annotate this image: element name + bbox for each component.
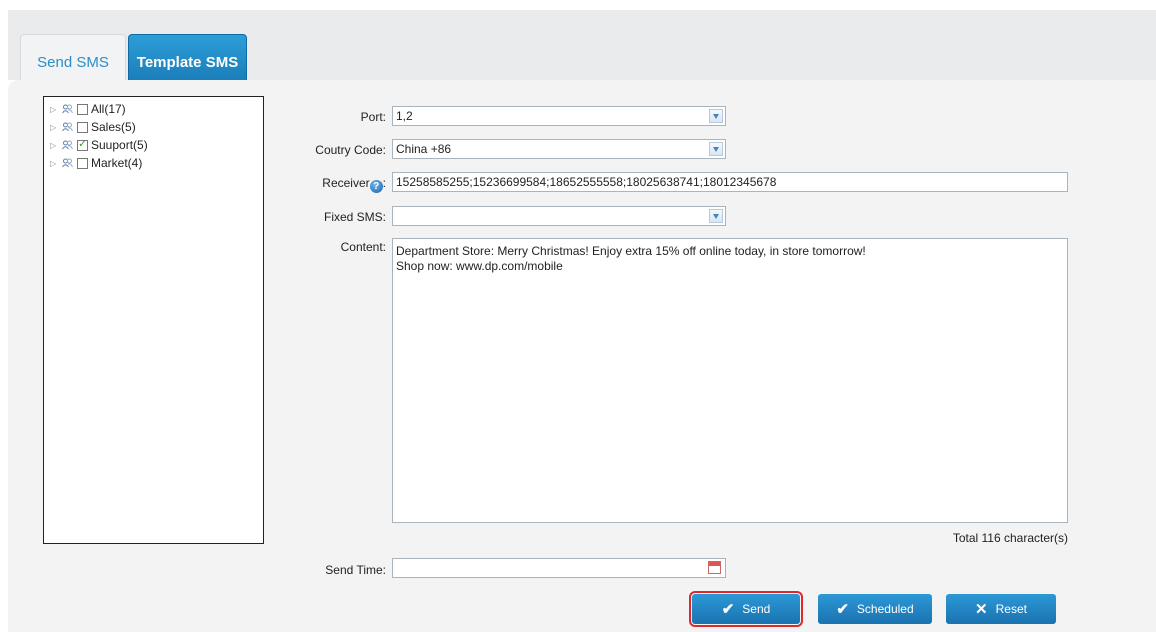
checkbox[interactable]	[77, 103, 88, 115]
tree-item-label: Suuport(5)	[91, 138, 148, 152]
character-count: Total 116 character(s)	[952, 531, 1068, 545]
tab-template-sms-label: Template SMS	[136, 53, 239, 71]
tab-bar: Send SMS Template SMS	[8, 10, 1156, 90]
send-button[interactable]: ✔ Send	[689, 591, 803, 627]
content-line: Department Store: Merry Christmas! Enjoy…	[396, 244, 866, 258]
expand-arrow-icon[interactable]: ▷	[50, 123, 58, 132]
country-code-label: Coutry Code:	[315, 143, 386, 157]
receiver-label: Receiver?:	[322, 176, 386, 193]
tree-item-label: Market(4)	[91, 156, 143, 170]
scheduled-button-label: Scheduled	[856, 602, 914, 616]
reset-button-label: Reset	[995, 602, 1027, 616]
receiver-label-colon: :	[382, 176, 386, 190]
reset-button[interactable]: ✕ Reset	[946, 594, 1056, 624]
port-label: Port:	[360, 110, 386, 124]
expand-arrow-icon[interactable]: ▷	[50, 159, 58, 168]
help-icon[interactable]: ?	[369, 180, 383, 193]
group-icon	[62, 122, 73, 132]
content-line: Shop now: www.dp.com/mobile	[396, 259, 563, 273]
expand-arrow-icon[interactable]: ▷	[50, 105, 58, 114]
expand-arrow-icon[interactable]: ▷	[50, 141, 58, 150]
chevron-down-icon[interactable]	[709, 142, 723, 156]
send-time-label: Send Time:	[325, 563, 386, 577]
contact-group-tree: ▷ All(17) ▷ Sales(5) ▷ ✓ Suuport(5) ▷ Ma…	[43, 96, 264, 544]
tab-send-sms-label: Send SMS	[37, 54, 109, 71]
checkmark-icon: ✔	[836, 601, 849, 618]
port-value: 1,2	[396, 109, 413, 123]
group-icon	[62, 140, 73, 150]
chevron-down-icon[interactable]	[709, 109, 723, 123]
fixed-sms-select[interactable]	[392, 206, 726, 226]
group-icon	[62, 104, 73, 114]
page: Send SMS Template SMS ▷ All(17) ▷ Sales(…	[0, 0, 1156, 632]
checkmark-icon: ✓	[78, 139, 87, 150]
scheduled-button[interactable]: ✔ Scheduled	[818, 594, 932, 624]
close-icon: ✕	[975, 601, 988, 618]
group-icon	[62, 158, 73, 168]
country-code-select[interactable]: China +86	[392, 139, 726, 159]
tree-item-market[interactable]: ▷ Market(4)	[50, 154, 142, 172]
receiver-input[interactable]: 15258585255;15236699584;18652555558;1802…	[392, 172, 1068, 192]
receiver-value: 15258585255;15236699584;18652555558;1802…	[396, 175, 777, 189]
checkbox[interactable]	[77, 121, 88, 133]
receiver-label-text: Receiver	[322, 176, 370, 190]
send-time-input[interactable]	[392, 558, 726, 578]
chevron-down-icon[interactable]	[709, 209, 723, 223]
content-label: Content:	[340, 240, 386, 254]
tree-item-label: Sales(5)	[91, 120, 136, 134]
checkbox-checked[interactable]: ✓	[77, 139, 88, 151]
tree-item-label: All(17)	[91, 102, 126, 116]
country-code-value: China +86	[396, 142, 452, 156]
checkmark-icon: ✔	[721, 601, 735, 618]
tree-item-all[interactable]: ▷ All(17)	[50, 100, 126, 118]
calendar-icon[interactable]	[708, 561, 721, 574]
content-textarea[interactable]: Department Store: Merry Christmas! Enjoy…	[392, 238, 1068, 523]
port-select[interactable]: 1,2	[392, 106, 726, 126]
checkbox[interactable]	[77, 157, 88, 169]
tree-item-support[interactable]: ▷ ✓ Suuport(5)	[50, 136, 148, 154]
fixed-sms-label: Fixed SMS:	[323, 210, 386, 224]
send-button-label: Send	[742, 602, 771, 616]
tree-item-sales[interactable]: ▷ Sales(5)	[50, 118, 136, 136]
